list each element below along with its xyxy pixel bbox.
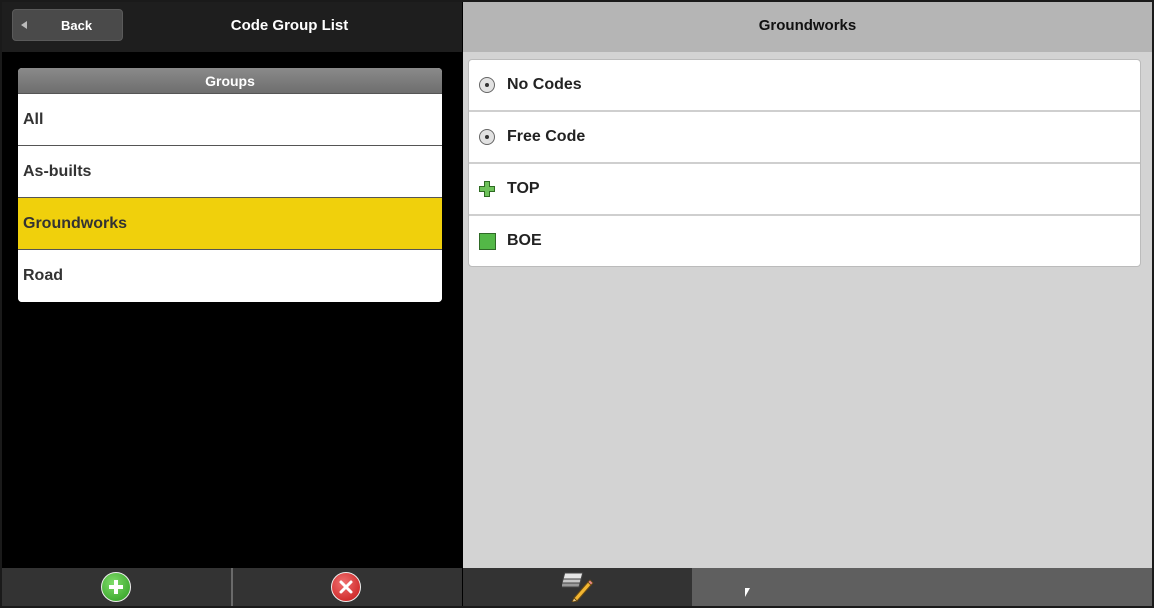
code-item-label: TOP [507,180,540,197]
group-item-groundworks[interactable]: Groundworks [18,198,442,250]
delete-icon [339,580,353,594]
groups-list-header: Groups [18,68,442,94]
groups-list: Groups All As-builts Groundworks Road [18,68,442,302]
radio-dot-icon [479,129,495,145]
page-title: Code Group List [230,17,349,34]
add-group-button[interactable] [101,572,131,602]
code-item-free-code[interactable]: Free Code [469,112,1140,164]
footer-divider [231,568,233,606]
left-footer-toolbar [2,568,462,606]
group-item-as-builts[interactable]: As-builts [18,146,442,198]
codes-list: No Codes Free Code TOP BOE [468,59,1141,267]
code-item-top[interactable]: TOP [469,164,1140,216]
green-plus-icon [479,181,495,197]
group-codes-pane: Groundworks No Codes Free Code TOP BOE [463,2,1152,606]
edit-codes-icon [561,572,594,602]
back-arrow-icon [21,21,27,29]
edit-codes-button[interactable] [463,568,692,606]
mouse-cursor [745,588,750,597]
group-item-road[interactable]: Road [18,250,442,302]
green-square-icon [478,232,496,250]
back-button[interactable]: Back [12,9,123,41]
right-footer-toolbar [463,568,1152,606]
radio-dot-icon [479,77,495,93]
delete-group-button[interactable] [331,572,361,602]
group-codes-title: Groundworks [463,2,1152,52]
code-item-label: BOE [507,232,542,249]
add-icon [109,580,123,594]
code-item-label: Free Code [507,128,586,145]
code-item-boe[interactable]: BOE [469,216,1140,266]
back-button-label: Back [61,17,93,33]
code-item-label: No Codes [507,76,582,93]
left-header: Back Code Group List [2,2,462,52]
code-group-pane: Back Code Group List Groups All As-built… [2,2,462,606]
group-item-all[interactable]: All [18,94,442,146]
code-item-no-codes[interactable]: No Codes [469,60,1140,112]
